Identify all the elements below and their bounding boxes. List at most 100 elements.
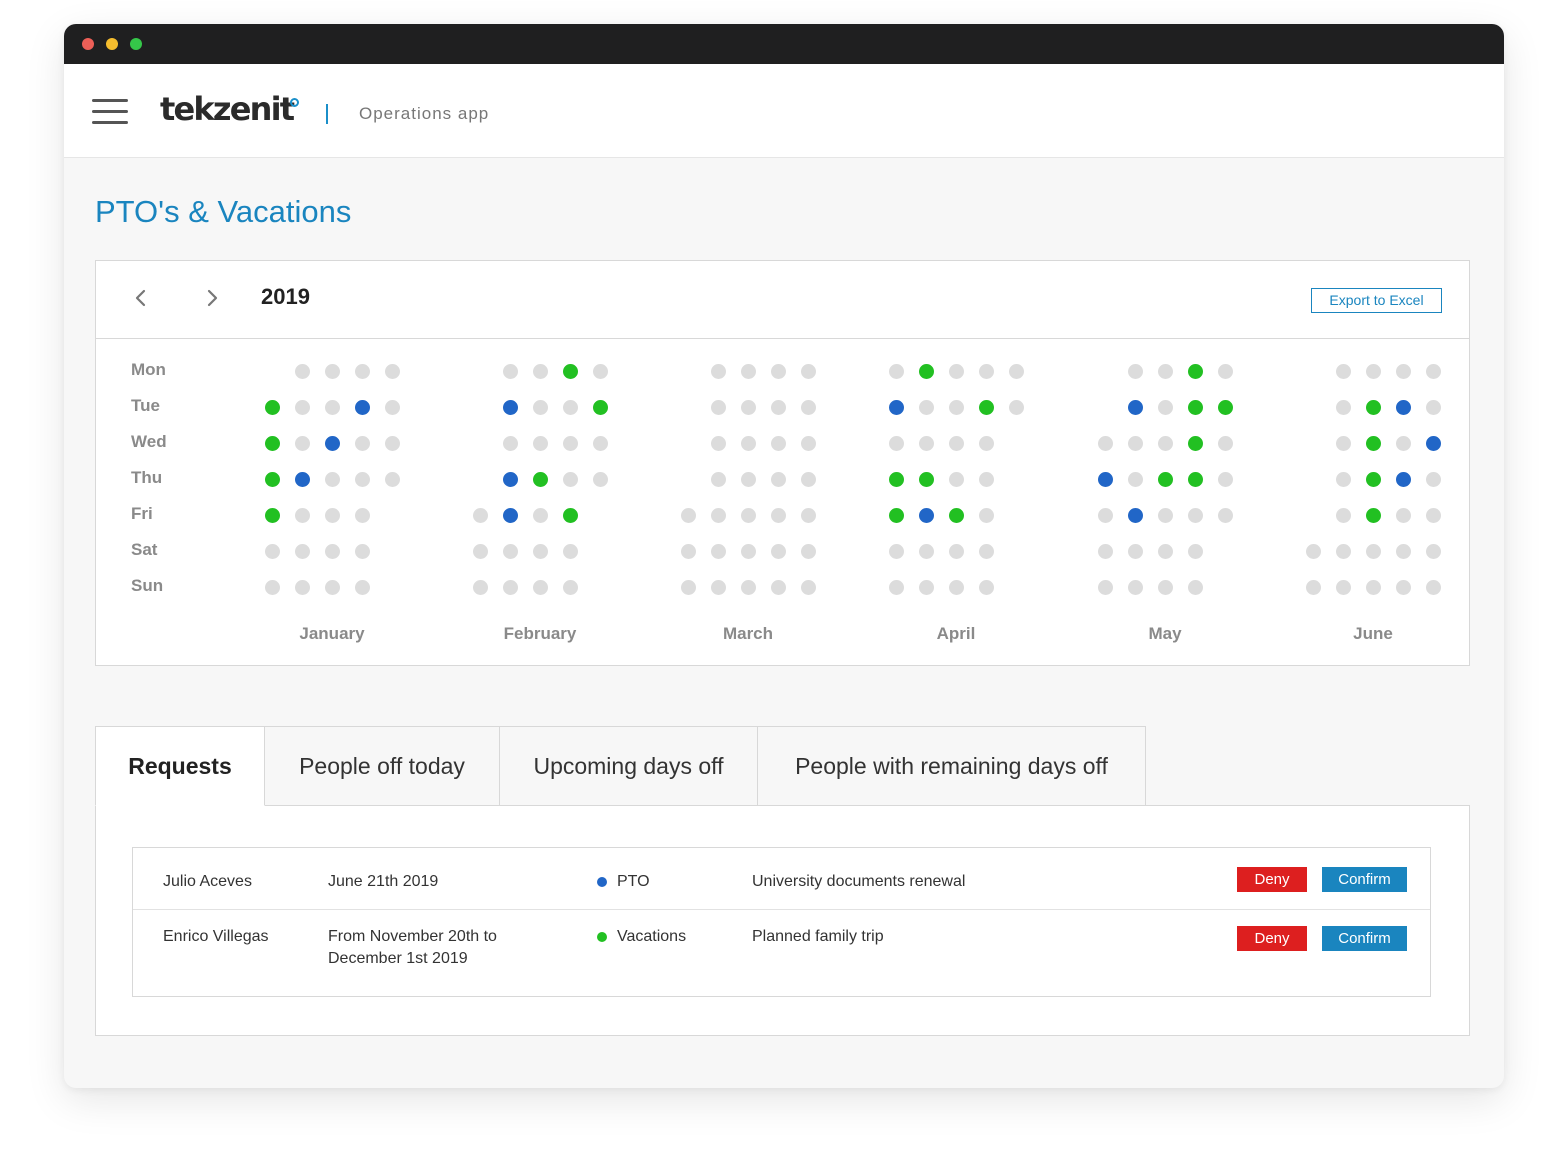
- calendar-day-dot[interactable]: [473, 544, 488, 559]
- calendar-day-dot[interactable]: [533, 544, 548, 559]
- calendar-day-dot[interactable]: [949, 400, 964, 415]
- calendar-day-dot[interactable]: [771, 364, 786, 379]
- calendar-day-dot[interactable]: [1366, 364, 1381, 379]
- calendar-day-dot[interactable]: [741, 544, 756, 559]
- calendar-day-dot[interactable]: [741, 508, 756, 523]
- brand-logo[interactable]: tekzenit: [160, 90, 295, 128]
- calendar-day-dot[interactable]: [1336, 400, 1351, 415]
- calendar-day-dot[interactable]: [533, 508, 548, 523]
- calendar-day-dot[interactable]: [919, 436, 934, 451]
- calendar-day-dot[interactable]: [1336, 472, 1351, 487]
- calendar-day-dot[interactable]: [889, 544, 904, 559]
- vacation-day-dot[interactable]: [919, 472, 934, 487]
- calendar-day-dot[interactable]: [503, 364, 518, 379]
- calendar-day-dot[interactable]: [1336, 544, 1351, 559]
- calendar-day-dot[interactable]: [1158, 508, 1173, 523]
- vacation-day-dot[interactable]: [533, 472, 548, 487]
- calendar-day-dot[interactable]: [503, 544, 518, 559]
- calendar-day-dot[interactable]: [1396, 364, 1411, 379]
- pto-day-dot[interactable]: [1098, 472, 1113, 487]
- calendar-day-dot[interactable]: [533, 580, 548, 595]
- calendar-day-dot[interactable]: [385, 364, 400, 379]
- calendar-day-dot[interactable]: [1336, 436, 1351, 451]
- calendar-day-dot[interactable]: [1098, 544, 1113, 559]
- minimize-window-icon[interactable]: [106, 38, 118, 50]
- calendar-day-dot[interactable]: [1158, 544, 1173, 559]
- vacation-day-dot[interactable]: [979, 400, 994, 415]
- calendar-day-dot[interactable]: [711, 436, 726, 451]
- calendar-day-dot[interactable]: [949, 544, 964, 559]
- calendar-day-dot[interactable]: [1218, 472, 1233, 487]
- calendar-day-dot[interactable]: [325, 580, 340, 595]
- vacation-day-dot[interactable]: [1366, 400, 1381, 415]
- calendar-day-dot[interactable]: [741, 436, 756, 451]
- calendar-day-dot[interactable]: [533, 436, 548, 451]
- calendar-day-dot[interactable]: [949, 364, 964, 379]
- calendar-day-dot[interactable]: [979, 472, 994, 487]
- calendar-day-dot[interactable]: [741, 364, 756, 379]
- calendar-day-dot[interactable]: [325, 400, 340, 415]
- vacation-day-dot[interactable]: [1188, 436, 1203, 451]
- calendar-day-dot[interactable]: [801, 580, 816, 595]
- calendar-day-dot[interactable]: [711, 508, 726, 523]
- hamburger-menu-icon[interactable]: [92, 99, 128, 125]
- pto-day-dot[interactable]: [1396, 472, 1411, 487]
- calendar-day-dot[interactable]: [1218, 364, 1233, 379]
- vacation-day-dot[interactable]: [265, 400, 280, 415]
- calendar-day-dot[interactable]: [385, 472, 400, 487]
- vacation-day-dot[interactable]: [919, 364, 934, 379]
- maximize-window-icon[interactable]: [130, 38, 142, 50]
- calendar-day-dot[interactable]: [771, 436, 786, 451]
- calendar-day-dot[interactable]: [355, 472, 370, 487]
- pto-day-dot[interactable]: [503, 508, 518, 523]
- calendar-day-dot[interactable]: [563, 400, 578, 415]
- calendar-day-dot[interactable]: [1426, 544, 1441, 559]
- pto-day-dot[interactable]: [889, 400, 904, 415]
- calendar-day-dot[interactable]: [1098, 508, 1113, 523]
- pto-day-dot[interactable]: [503, 472, 518, 487]
- pto-day-dot[interactable]: [503, 400, 518, 415]
- calendar-day-dot[interactable]: [1336, 508, 1351, 523]
- calendar-day-dot[interactable]: [355, 544, 370, 559]
- vacation-day-dot[interactable]: [949, 508, 964, 523]
- calendar-day-dot[interactable]: [1366, 544, 1381, 559]
- pto-day-dot[interactable]: [1128, 508, 1143, 523]
- calendar-day-dot[interactable]: [1336, 364, 1351, 379]
- calendar-day-dot[interactable]: [1158, 400, 1173, 415]
- vacation-day-dot[interactable]: [889, 508, 904, 523]
- calendar-day-dot[interactable]: [593, 472, 608, 487]
- calendar-day-dot[interactable]: [1158, 580, 1173, 595]
- calendar-day-dot[interactable]: [741, 580, 756, 595]
- vacation-day-dot[interactable]: [265, 508, 280, 523]
- calendar-day-dot[interactable]: [563, 580, 578, 595]
- calendar-day-dot[interactable]: [1128, 544, 1143, 559]
- calendar-day-dot[interactable]: [385, 400, 400, 415]
- calendar-day-dot[interactable]: [979, 508, 994, 523]
- calendar-day-dot[interactable]: [711, 364, 726, 379]
- calendar-day-dot[interactable]: [1336, 580, 1351, 595]
- calendar-day-dot[interactable]: [355, 508, 370, 523]
- calendar-day-dot[interactable]: [1188, 580, 1203, 595]
- calendar-day-dot[interactable]: [325, 364, 340, 379]
- calendar-day-dot[interactable]: [771, 472, 786, 487]
- calendar-day-dot[interactable]: [1098, 580, 1113, 595]
- calendar-day-dot[interactable]: [1128, 436, 1143, 451]
- vacation-day-dot[interactable]: [563, 364, 578, 379]
- calendar-day-dot[interactable]: [771, 508, 786, 523]
- calendar-day-dot[interactable]: [949, 436, 964, 451]
- calendar-day-dot[interactable]: [325, 508, 340, 523]
- calendar-day-dot[interactable]: [265, 544, 280, 559]
- calendar-day-dot[interactable]: [325, 472, 340, 487]
- calendar-day-dot[interactable]: [503, 580, 518, 595]
- deny-button[interactable]: Deny: [1237, 926, 1307, 951]
- tab-upcoming-days-off[interactable]: Upcoming days off: [499, 726, 758, 806]
- vacation-day-dot[interactable]: [265, 436, 280, 451]
- pto-day-dot[interactable]: [295, 472, 310, 487]
- calendar-day-dot[interactable]: [265, 580, 280, 595]
- calendar-day-dot[interactable]: [681, 508, 696, 523]
- vacation-day-dot[interactable]: [593, 400, 608, 415]
- calendar-day-dot[interactable]: [979, 544, 994, 559]
- calendar-day-dot[interactable]: [1426, 472, 1441, 487]
- calendar-day-dot[interactable]: [295, 508, 310, 523]
- calendar-day-dot[interactable]: [1098, 436, 1113, 451]
